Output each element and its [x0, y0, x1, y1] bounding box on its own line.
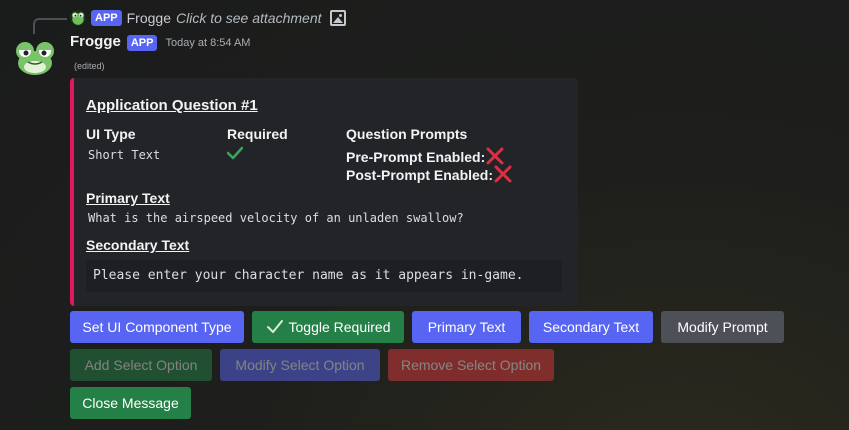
embed: Application Question #1 UI Type Short Te… [70, 78, 578, 306]
check-icon [266, 320, 283, 333]
post-prompt-row: Post-Prompt Enabled: [346, 164, 513, 184]
frog-avatar-icon [16, 42, 54, 75]
image-icon[interactable] [329, 10, 346, 26]
field-required-name: Required [227, 126, 288, 142]
modify-prompt-button[interactable]: Modify Prompt [661, 311, 784, 343]
edited-label: (edited) [74, 61, 105, 71]
reply-app-tag: APP [91, 10, 122, 26]
field-ui-type-value: Short Text [88, 148, 161, 162]
modify-select-option-button[interactable]: Modify Select Option [220, 349, 380, 381]
reply-username[interactable]: Frogge [127, 10, 171, 26]
field-ui-type-name: UI Type [86, 126, 136, 142]
message-header: Frogge APP Today at 8:54 AM [70, 33, 250, 51]
remove-select-option-button[interactable]: Remove Select Option [388, 349, 554, 381]
field-secondary-text-name: Secondary Text [86, 237, 190, 253]
toggle-required-button[interactable]: Toggle Required [252, 311, 404, 343]
secondary-text-button[interactable]: Secondary Text [529, 311, 653, 343]
reply-connector [33, 18, 67, 34]
pre-prompt-row: Pre-Prompt Enabled: [346, 146, 505, 166]
reply-text[interactable]: Click to see attachment [176, 10, 322, 26]
x-icon [486, 147, 504, 165]
post-prompt-label: Post-Prompt Enabled: [346, 167, 494, 183]
set-ui-component-type-button[interactable]: Set UI Component Type [70, 311, 244, 343]
field-primary-text-name: Primary Text [86, 190, 170, 206]
username[interactable]: Frogge [70, 33, 121, 50]
field-question-prompts-name: Question Prompts [346, 126, 468, 142]
field-primary-text-value: What is the airspeed velocity of an unla… [88, 211, 464, 225]
timestamp[interactable]: Today at 8:54 AM [165, 37, 250, 49]
close-message-button[interactable]: Close Message [70, 387, 191, 419]
check-icon [227, 146, 243, 160]
avatar[interactable] [14, 36, 56, 78]
reply-avatar[interactable] [70, 10, 86, 26]
toggle-required-label: Toggle Required [288, 319, 391, 335]
x-icon [494, 165, 512, 183]
primary-text-button[interactable]: Primary Text [412, 311, 521, 343]
secondary-text-codeblock: Please enter your character name as it a… [86, 260, 562, 292]
app-tag: APP [126, 35, 158, 51]
embed-title: Application Question #1 [86, 97, 258, 114]
pre-prompt-label: Pre-Prompt Enabled: [346, 149, 486, 165]
add-select-option-button[interactable]: Add Select Option [70, 349, 212, 381]
reply-preview[interactable]: APP Frogge Click to see attachment [70, 9, 346, 27]
